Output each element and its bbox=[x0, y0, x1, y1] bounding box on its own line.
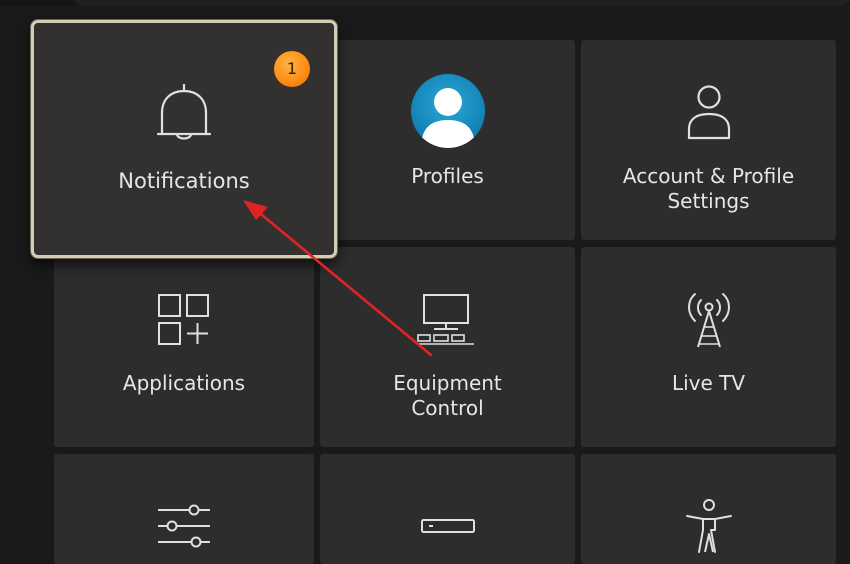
tile-applications-label: Applications bbox=[122, 371, 246, 395]
tile-notifications[interactable]: 1 Notifications bbox=[31, 20, 337, 258]
tile-accessibility[interactable] bbox=[581, 454, 836, 564]
tile-equipment-label: Equipment Control bbox=[393, 371, 502, 420]
tile-equipment-control[interactable]: Equipment Control bbox=[320, 247, 575, 447]
tile-livetv-label: Live TV bbox=[671, 371, 746, 395]
tile-account-label: Account & Profile Settings bbox=[622, 164, 795, 213]
tile-profiles-label: Profiles bbox=[411, 164, 484, 188]
settings-grid: 1 Notifications Profiles Account & Profi… bbox=[0, 0, 850, 564]
notification-badge: 1 bbox=[274, 51, 310, 87]
tile-preferences[interactable] bbox=[54, 454, 314, 564]
tile-live-tv[interactable]: Live TV bbox=[581, 247, 836, 447]
broadcast-tower-icon bbox=[687, 293, 730, 348]
tile-applications[interactable]: Applications bbox=[54, 247, 314, 447]
profile-avatar-icon bbox=[410, 74, 485, 148]
device-box-icon bbox=[420, 519, 475, 533]
tile-account-profile-settings[interactable]: Account & Profile Settings bbox=[581, 40, 836, 240]
tv-equipment-icon bbox=[416, 294, 474, 345]
accessibility-figure-icon bbox=[685, 499, 732, 553]
tile-notifications-label: Notifications bbox=[118, 169, 250, 193]
bell-icon bbox=[156, 83, 212, 140]
tile-device[interactable] bbox=[320, 454, 575, 564]
apps-grid-icon bbox=[158, 294, 209, 345]
sliders-icon bbox=[158, 504, 210, 548]
tile-profiles[interactable]: Profiles bbox=[320, 40, 575, 240]
person-icon bbox=[687, 85, 730, 140]
